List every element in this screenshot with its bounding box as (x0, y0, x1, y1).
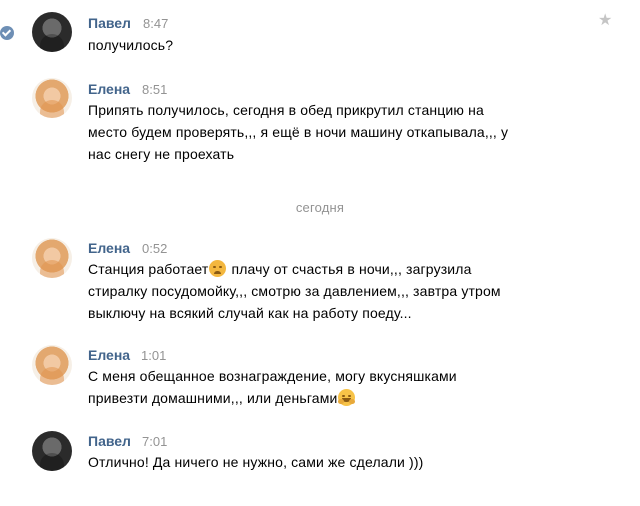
author-name[interactable]: Павел (88, 433, 131, 449)
message-line: Припять получилось, сегодня в обед прикр… (88, 102, 484, 118)
message-time[interactable]: 0:52 (142, 241, 167, 256)
message-text: Станция работает плачу от счастья в ночи… (88, 258, 558, 324)
message-text: Припять получилось, сегодня в обед прикр… (88, 99, 558, 165)
author-name[interactable]: Елена (88, 240, 130, 256)
hugging-face-emoji-icon (338, 389, 356, 406)
message-text: Отлично! Да ничего не нужно, сами же сде… (88, 451, 558, 473)
message-time[interactable]: 8:51 (142, 82, 167, 97)
author-name[interactable]: Елена (88, 347, 130, 363)
message-line: Станция работает (88, 261, 209, 277)
check-circle-icon[interactable] (0, 26, 14, 40)
avatar[interactable] (32, 345, 72, 385)
avatar[interactable] (32, 431, 72, 471)
day-divider: сегодня (295, 200, 345, 215)
message-line: стиралку посудомойку,,, смотрю за давлен… (88, 283, 501, 299)
message-line: выключу на всякий случай как на работу п… (88, 305, 412, 321)
message-text: получилось? (88, 34, 558, 56)
message-line: место будем проверять,,, я ещё в ночи ма… (88, 124, 509, 140)
message-line: С меня обещанное вознаграждение, могу вк… (88, 368, 457, 384)
star-icon[interactable]: ★ (598, 13, 612, 29)
message-line: нас снегу не проехать (88, 146, 235, 162)
avatar[interactable] (32, 78, 72, 118)
crying-face-emoji-icon (209, 260, 227, 277)
message-line: Отлично! Да ничего не нужно, сами же сде… (88, 454, 424, 470)
author-name[interactable]: Елена (88, 81, 130, 97)
message-time[interactable]: 1:01 (141, 348, 166, 363)
message-time[interactable]: 7:01 (142, 434, 167, 449)
message-time[interactable]: 8:47 (143, 16, 168, 31)
message-line: привезти домашними,,, или деньгами (88, 390, 338, 406)
message-line: получилось? (88, 37, 174, 53)
avatar[interactable] (32, 12, 72, 52)
avatar[interactable] (32, 238, 72, 278)
message-text: С меня обещанное вознаграждение, могу вк… (88, 365, 558, 409)
author-name[interactable]: Павел (88, 15, 131, 31)
message-line: плачу от счастья в ночи,,, загрузила (227, 261, 472, 277)
